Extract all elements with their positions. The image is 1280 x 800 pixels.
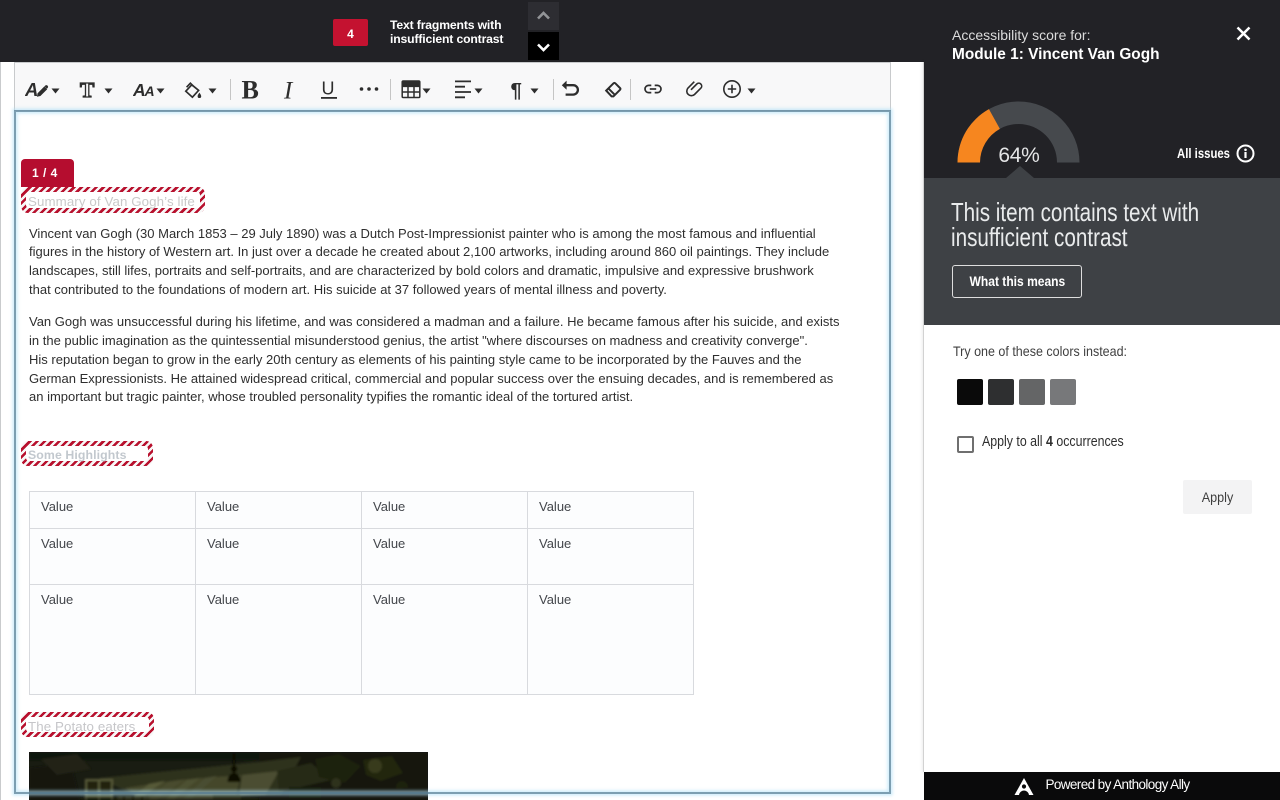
svg-text:¶: ¶	[511, 79, 522, 101]
svg-text:B: B	[242, 77, 259, 101]
svg-text:T: T	[80, 78, 95, 101]
svg-text:A: A	[144, 83, 155, 99]
svg-text:A: A	[25, 79, 38, 100]
svg-text:I: I	[283, 78, 294, 102]
svg-text:U: U	[322, 79, 335, 99]
